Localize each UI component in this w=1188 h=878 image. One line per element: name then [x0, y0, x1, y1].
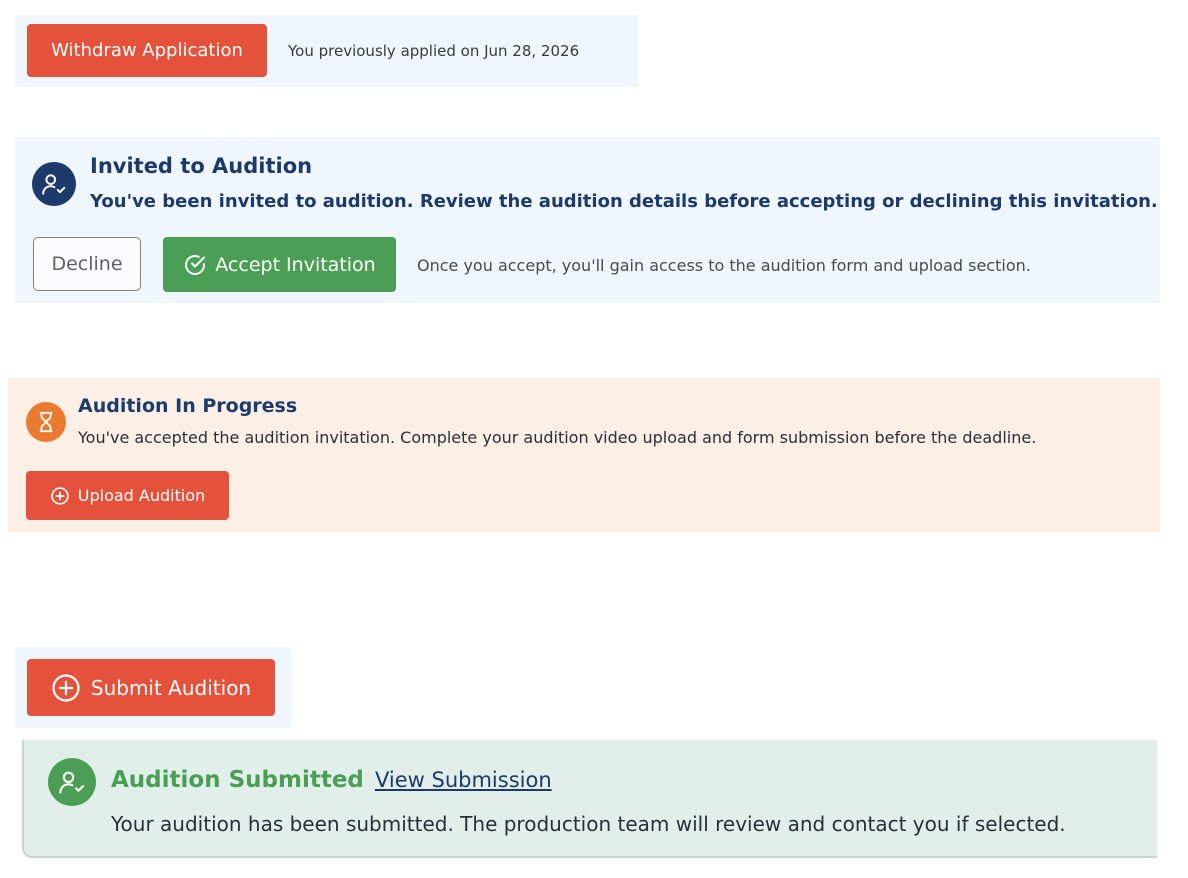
submit-panel: Submit Audition — [15, 647, 291, 728]
invited-title: Invited to Audition — [90, 154, 313, 178]
user-check-icon — [32, 162, 76, 206]
in-progress-panel: Audition In Progress You've accepted the… — [8, 378, 1160, 532]
hourglass-icon — [26, 402, 66, 442]
accept-invitation-label: Accept Invitation — [215, 253, 376, 276]
withdraw-application-button[interactable]: Withdraw Application — [27, 24, 267, 77]
submit-audition-button[interactable]: Submit Audition — [27, 659, 275, 716]
user-check-icon — [48, 758, 96, 806]
check-circle-icon — [183, 253, 207, 277]
decline-label: Decline — [51, 253, 123, 275]
invited-panel: Invited to Audition You've been invited … — [15, 137, 1160, 303]
plus-circle-icon — [51, 673, 81, 703]
accept-invitation-button[interactable]: Accept Invitation — [163, 237, 396, 292]
view-submission-link[interactable]: View Submission — [375, 768, 552, 792]
withdraw-panel: Withdraw Application You previously appl… — [15, 15, 638, 87]
decline-button[interactable]: Decline — [33, 237, 141, 291]
plus-circle-icon — [50, 486, 70, 506]
submitted-heading: Audition Submitted View Submission — [111, 767, 552, 793]
submitted-description: Your audition has been submitted. The pr… — [111, 812, 1066, 836]
in-progress-description: You've accepted the audition invitation.… — [78, 428, 1037, 447]
in-progress-title: Audition In Progress — [78, 395, 298, 417]
applied-date-text: You previously applied on Jun 28, 2026 — [288, 42, 580, 60]
upload-audition-label: Upload Audition — [77, 486, 206, 505]
submitted-title: Audition Submitted — [111, 767, 364, 793]
withdraw-application-label: Withdraw Application — [51, 40, 243, 61]
invited-description: You've been invited to audition. Review … — [90, 191, 1158, 212]
submitted-panel: Audition Submitted View Submission Your … — [22, 740, 1157, 858]
submit-audition-label: Submit Audition — [90, 675, 252, 700]
upload-audition-button[interactable]: Upload Audition — [26, 471, 229, 520]
accept-note-text: Once you accept, you'll gain access to t… — [417, 256, 1031, 275]
